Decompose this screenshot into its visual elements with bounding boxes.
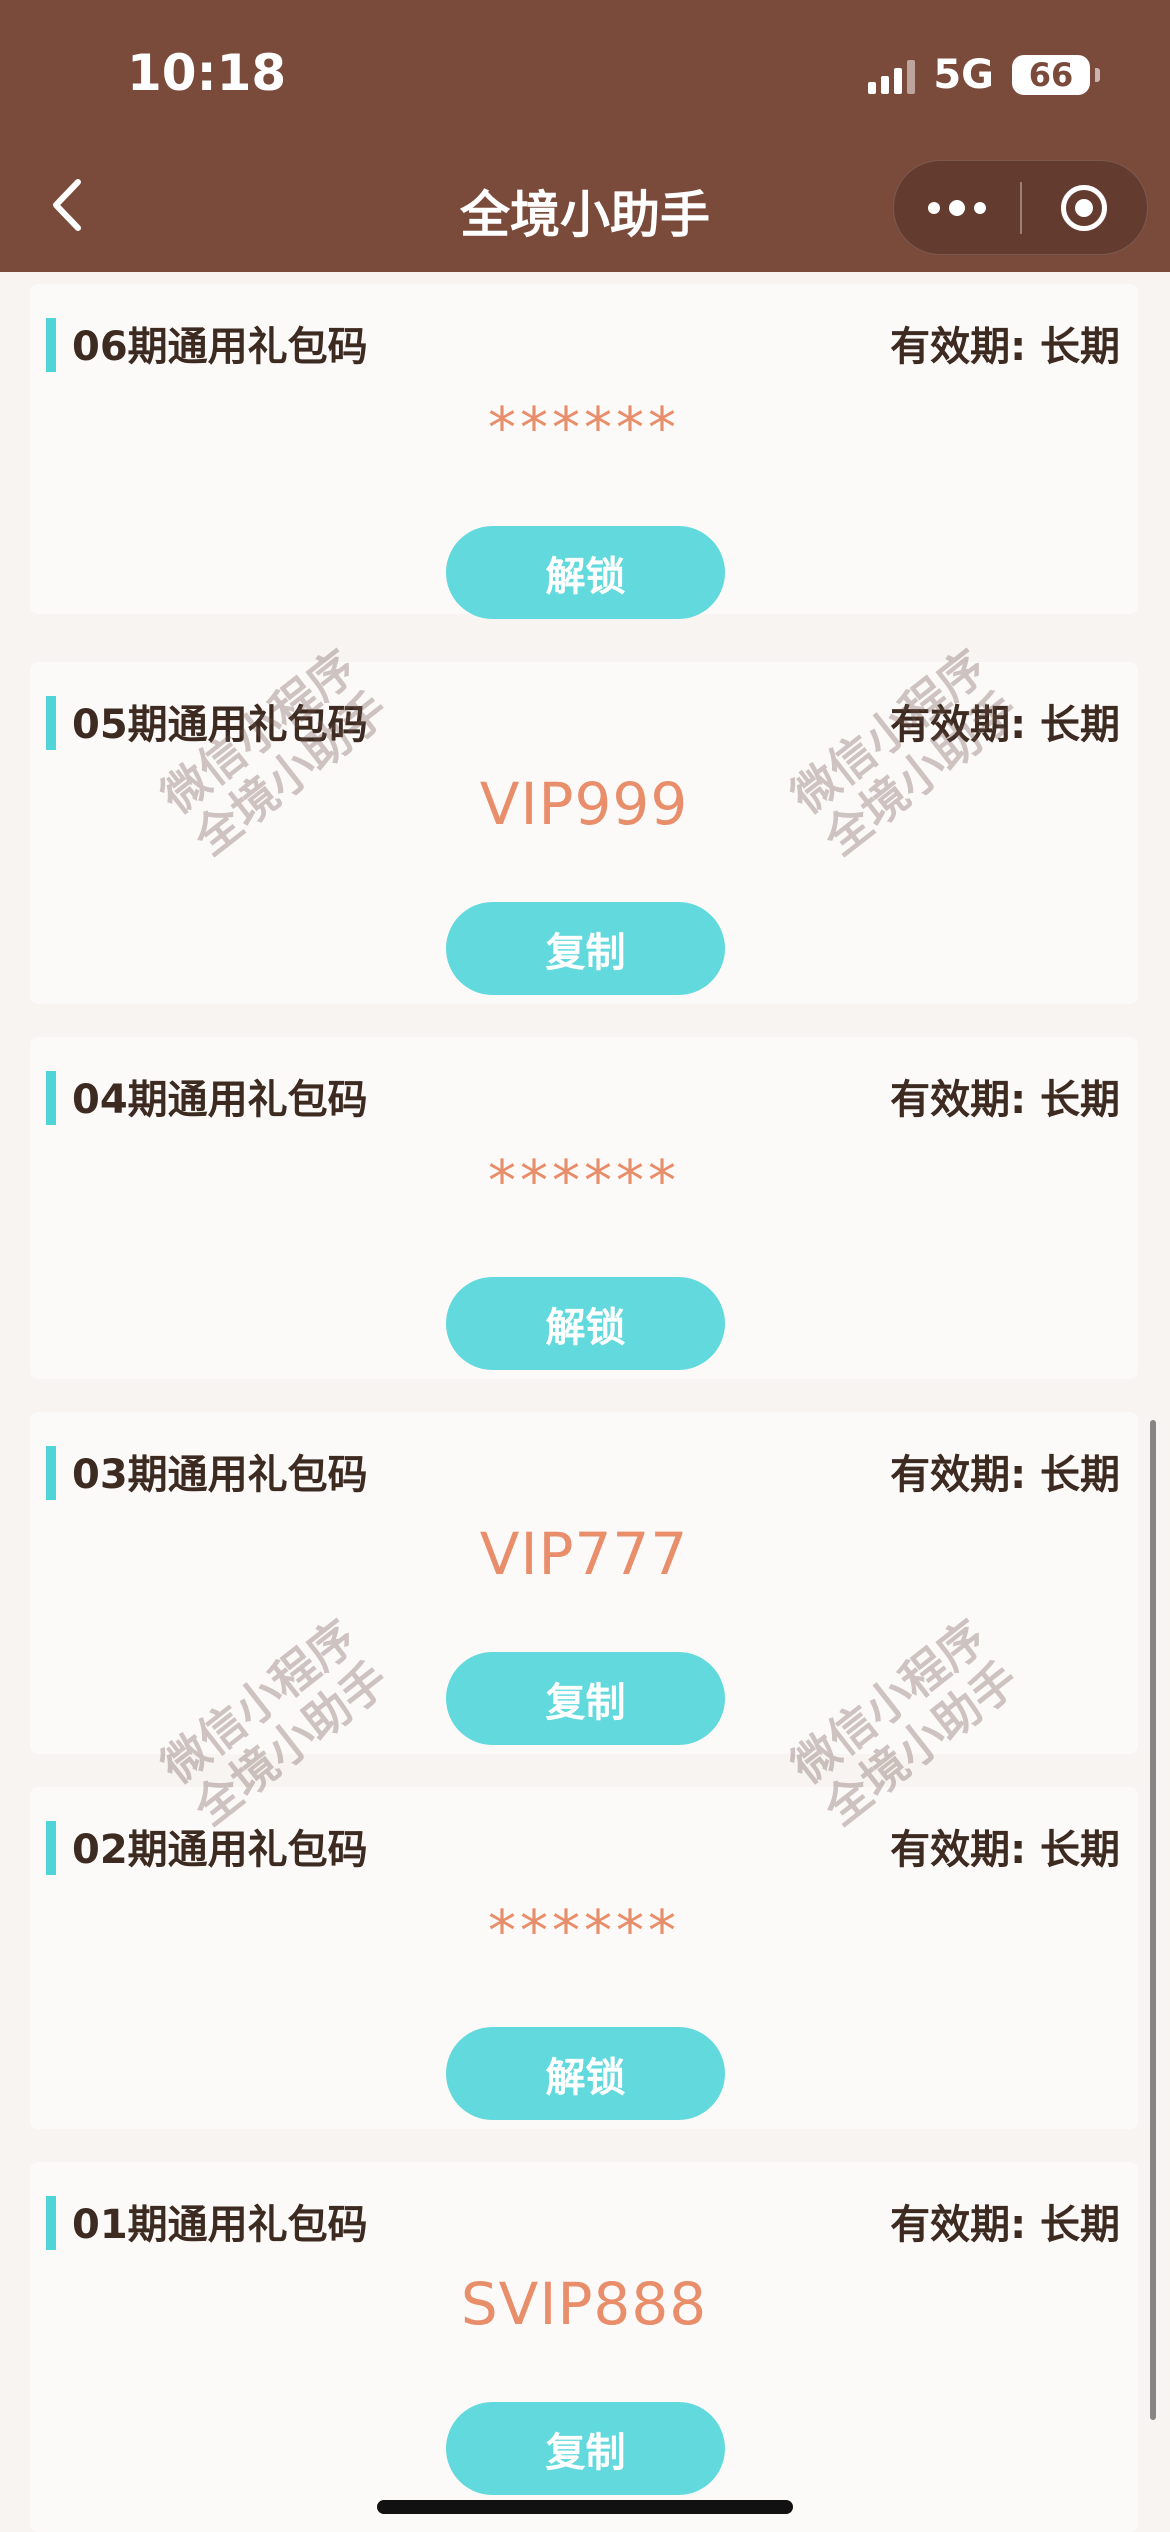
card-validity: 有效期: 长期 <box>890 324 1120 370</box>
target-icon <box>1061 184 1108 231</box>
more-dots-icon <box>927 199 986 216</box>
card-title: 03期通用礼包码 <box>72 1452 368 1498</box>
gift-code: SVIP888 <box>460 2270 708 2338</box>
card-accent-bar <box>46 1821 56 1875</box>
copy-button[interactable]: 复制 <box>446 1652 725 1745</box>
copy-button[interactable]: 复制 <box>446 2402 725 2495</box>
more-button[interactable] <box>894 161 1020 254</box>
header: 10:18 5G 66 全境小助手 <box>0 0 1170 272</box>
unlock-button[interactable]: 解锁 <box>446 1277 725 1370</box>
scrollbar[interactable] <box>1150 1420 1156 2420</box>
card-validity: 有效期: 长期 <box>890 2202 1120 2248</box>
card-title: 05期通用礼包码 <box>72 702 368 748</box>
unlock-button[interactable]: 解锁 <box>446 2027 725 2120</box>
giftcode-card: 01期通用礼包码 有效期: 长期 SVIP888 复制 <box>30 2162 1138 2532</box>
giftcode-card: 03期通用礼包码 有效期: 长期 VIP777 复制 <box>30 1412 1138 1754</box>
battery-level: 66 <box>1028 56 1074 94</box>
gift-code: VIP999 <box>479 770 689 838</box>
card-validity: 有效期: 长期 <box>890 1452 1120 1498</box>
card-title: 04期通用礼包码 <box>72 1077 368 1123</box>
unlock-button[interactable]: 解锁 <box>446 526 725 619</box>
gift-code: VIP777 <box>479 1520 689 1588</box>
card-accent-bar <box>46 1071 56 1125</box>
card-accent-bar <box>46 1446 56 1500</box>
card-title: 01期通用礼包码 <box>72 2202 368 2248</box>
home-indicator[interactable] <box>377 2500 793 2514</box>
giftcode-card: 02期通用礼包码 有效期: 长期 ****** 解锁 <box>30 1787 1138 2129</box>
screen: 10:18 5G 66 全境小助手 06期通用礼包码 有效期: 长期 *****… <box>0 0 1170 2532</box>
card-title: 06期通用礼包码 <box>72 324 368 370</box>
status-time: 10:18 <box>127 44 287 102</box>
battery-icon: 66 <box>1012 55 1100 95</box>
giftcode-card: 05期通用礼包码 有效期: 长期 VIP999 复制 <box>30 662 1138 1004</box>
gift-code: ****** <box>488 396 680 461</box>
close-miniprogram-button[interactable] <box>1022 161 1148 254</box>
signal-icon <box>868 56 916 94</box>
card-accent-bar <box>46 696 56 750</box>
gift-code: ****** <box>488 1149 680 1214</box>
card-validity: 有效期: 长期 <box>890 1827 1120 1873</box>
status-indicators: 5G 66 <box>868 52 1100 98</box>
network-type: 5G <box>933 52 994 98</box>
gift-code: ****** <box>488 1899 680 1964</box>
giftcode-card: 06期通用礼包码 有效期: 长期 ****** 解锁 <box>30 284 1138 619</box>
mini-program-capsule <box>893 160 1148 255</box>
card-accent-bar <box>46 318 56 372</box>
giftcode-card: 04期通用礼包码 有效期: 长期 ****** 解锁 <box>30 1037 1138 1379</box>
card-validity: 有效期: 长期 <box>890 702 1120 748</box>
card-validity: 有效期: 长期 <box>890 1077 1120 1123</box>
copy-button[interactable]: 复制 <box>446 902 725 995</box>
card-accent-bar <box>46 2196 56 2250</box>
card-title: 02期通用礼包码 <box>72 1827 368 1873</box>
